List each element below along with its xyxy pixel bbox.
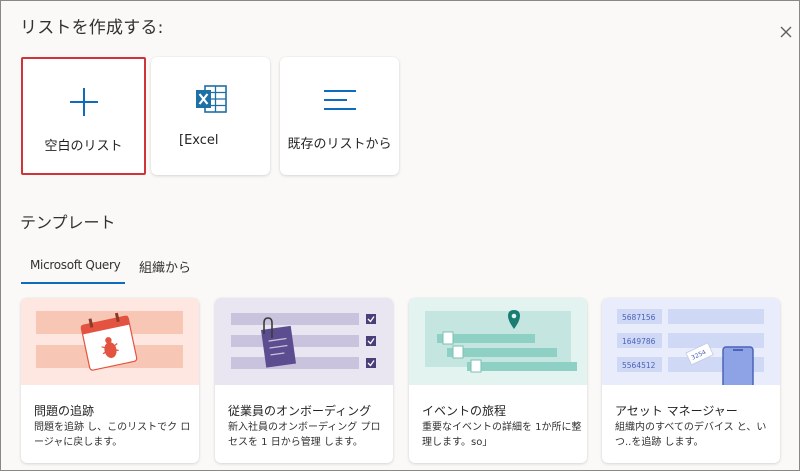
excel-icon [195,85,227,117]
template-description: 組織内のすべてのデバイス と、いつ..を追跡 します。 [615,422,767,448]
asset-id-1: 5687156 [622,313,656,322]
template-name: 従業員のオンボーディング [228,404,372,418]
template-description: 新入社員のオンボーディング プロセスを 1 日から管理 します。 [228,422,381,448]
list-lines-icon [323,89,357,115]
blank-list-card[interactable]: 空白のリスト [21,57,146,175]
tab-microsoft[interactable]: Microsoft Query [21,258,125,284]
template-card-issue-tracker[interactable]: 問題の追跡 問題を追跡 し、このリストでク ロージャに戻します。 [21,298,199,463]
template-card-employee-onboarding[interactable]: 従業員のオンボーディング 新入社員のオンボーディング プロセスを 1 日から管理… [215,298,393,463]
event-itinerary-thumbnail [409,298,587,385]
template-description: 問題を追跡 し、このリストでク ロージャに戻します。 [34,422,191,448]
template-name: イベントの旅程 [422,404,507,418]
templates-heading: テンプレート [20,213,116,232]
plus-icon [69,87,99,121]
close-button[interactable] [775,21,797,43]
template-name: 問題の追跡 [34,404,95,418]
asset-id-2: 1649786 [622,337,656,346]
create-list-dialog: リストを作成する: 空白のリスト [Excel 既存のリストから テンプレート … [0,0,800,471]
tab-from-organization[interactable]: 組織から [139,257,191,276]
asset-id-3: 5564512 [622,361,656,370]
employee-onboarding-thumbnail [215,298,393,385]
close-icon [780,26,792,38]
excel-label: [Excel [179,133,219,148]
from-existing-list-card[interactable]: 既存のリストから [280,57,399,175]
blank-list-label: 空白のリスト [44,139,123,154]
template-name: アセット マネージャー [615,404,738,418]
excel-card[interactable]: [Excel [151,57,270,175]
dialog-title: リストを作成する: [20,18,164,38]
template-description: 重要なイベントの詳細を 1か所に整理します。so」 [422,422,582,448]
template-card-event-itinerary[interactable]: イベントの旅程 重要なイベントの詳細を 1か所に整理します。so」 [409,298,587,463]
asset-manager-thumbnail: 5687156 1649786 5564512 3254 [602,298,780,385]
issue-tracker-thumbnail [21,298,199,385]
template-card-asset-manager[interactable]: 5687156 1649786 5564512 3254 アセット マネージャー… [602,298,780,463]
from-existing-list-label: 既存のリストから [287,137,392,152]
